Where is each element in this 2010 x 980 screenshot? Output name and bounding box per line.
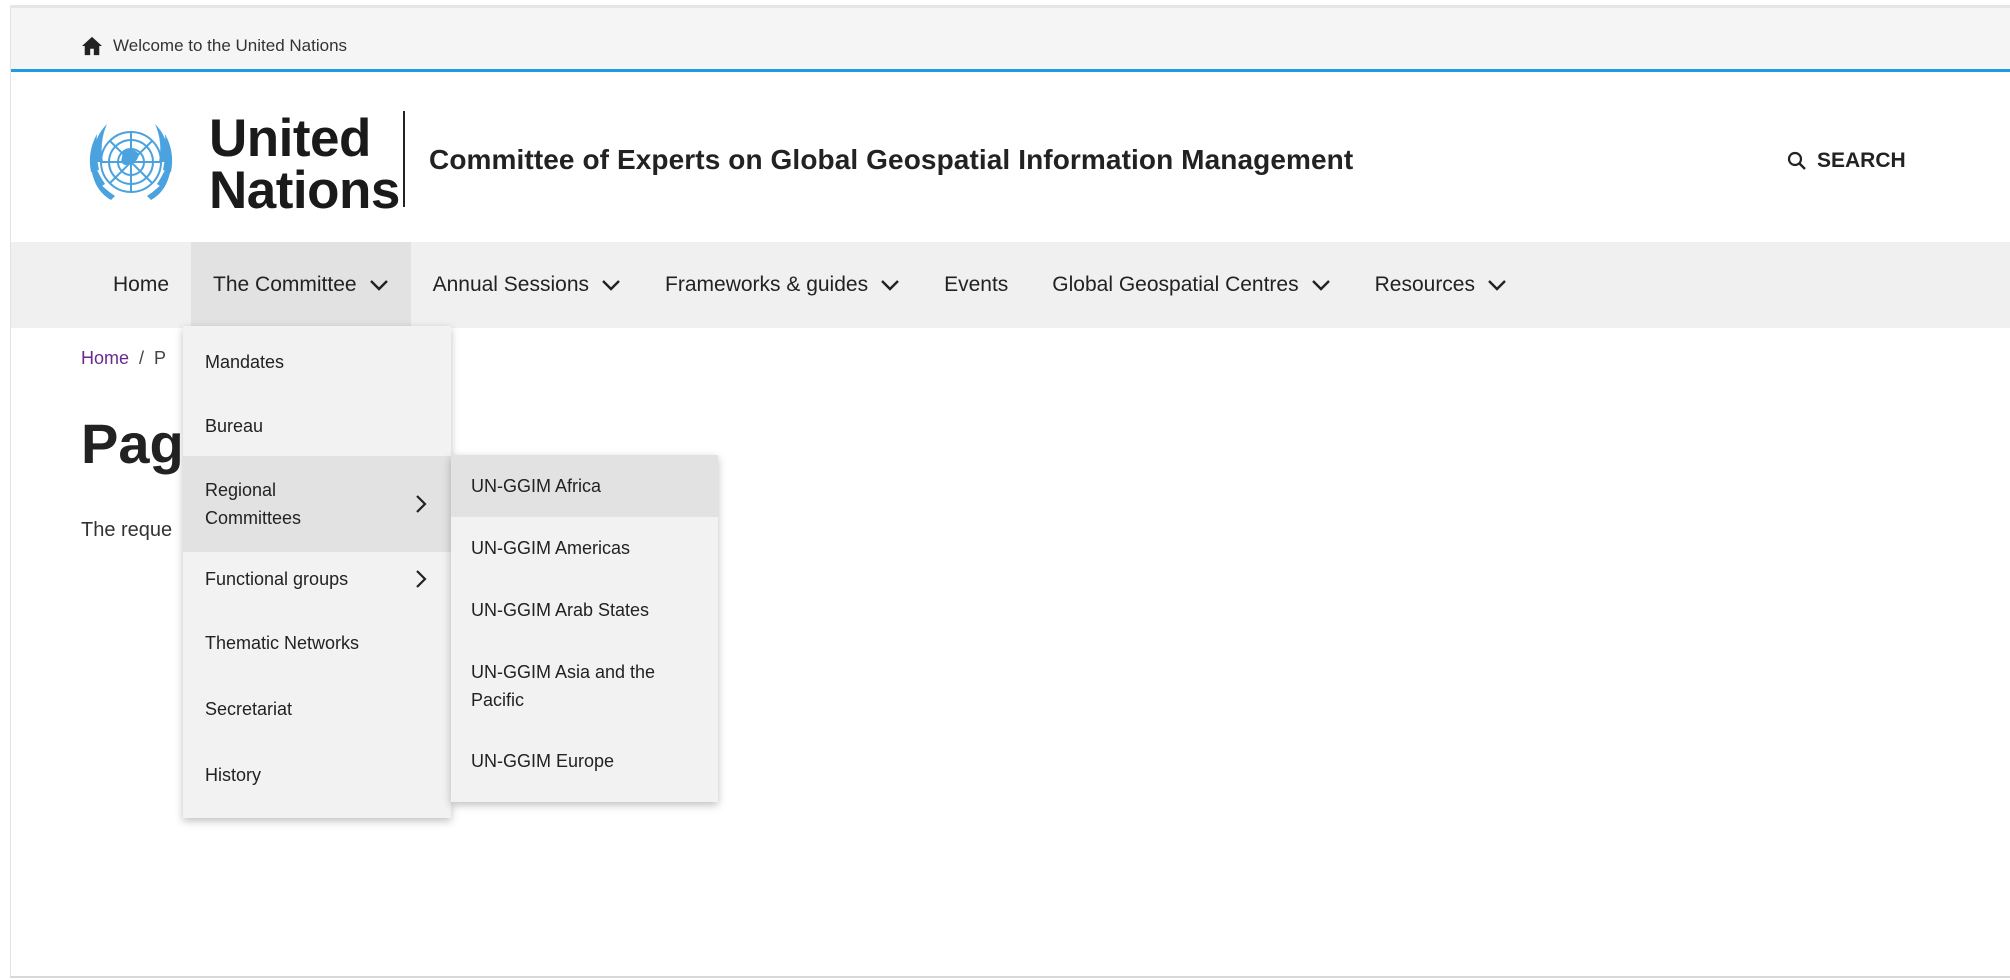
home-icon [82, 36, 102, 56]
submenu-item-un-ggim-arab-states[interactable]: UN-GGIM Arab States [451, 579, 718, 641]
un-emblem-icon[interactable] [81, 112, 181, 212]
menu-item-label: UN-GGIM Americas [471, 538, 631, 558]
breadcrumb-separator: / [139, 348, 145, 368]
menu-item-functional-groups[interactable]: Functional groups [183, 556, 451, 602]
nav-label: Resources [1374, 273, 1475, 296]
menu-item-label: Secretariat [205, 699, 293, 719]
submenu-item-un-ggim-americas[interactable]: UN-GGIM Americas [451, 517, 718, 579]
site-header: United Nations Committee of Experts on G… [11, 75, 2010, 242]
chevron-right-icon [416, 570, 427, 588]
regional-committees-submenu: UN-GGIM Africa UN-GGIM Americas UN-GGIM … [451, 455, 718, 802]
menu-item-secretariat[interactable]: Secretariat [183, 686, 451, 732]
menu-item-label: UN-GGIM Arab States [471, 600, 650, 620]
menu-item-label: Bureau [205, 416, 264, 436]
menu-item-label: UN-GGIM Asia and the Pacific [471, 662, 656, 710]
logo-divider [403, 111, 405, 207]
nav-item-events[interactable]: Events [922, 242, 1030, 328]
nav-item-resources[interactable]: Resources [1353, 242, 1529, 328]
main-nav: Home The Committee Annual Sessions Frame… [11, 242, 2010, 328]
menu-item-label: UN-GGIM Europe [471, 751, 615, 771]
chevron-down-icon [1488, 280, 1506, 291]
nav-item-annual-sessions[interactable]: Annual Sessions [411, 242, 643, 328]
welcome-bar: Welcome to the United Nations [11, 8, 2010, 72]
committee-dropdown-menu: Mandates Bureau Regional Committees Func… [183, 326, 451, 818]
welcome-text: Welcome to the United Nations [113, 36, 348, 55]
submenu-item-un-ggim-europe[interactable]: UN-GGIM Europe [451, 733, 718, 789]
page-bottom-border [10, 976, 2010, 978]
page-body-text: The reque [81, 519, 173, 541]
search-button[interactable]: SEARCH [1787, 149, 1906, 173]
menu-item-label: Functional groups [205, 569, 349, 589]
menu-item-label: UN-GGIM Africa [471, 476, 602, 496]
nav-label: Events [944, 273, 1009, 296]
nav-label: Home [113, 273, 170, 296]
nav-item-the-committee[interactable]: The Committee [191, 242, 411, 328]
breadcrumb-home[interactable]: Home [81, 348, 129, 369]
logo-line1: United [209, 109, 371, 168]
nav-label: Frameworks & guides [665, 273, 869, 296]
menu-item-thematic-networks[interactable]: Thematic Networks [183, 620, 451, 666]
submenu-item-un-ggim-asia-pacific[interactable]: UN-GGIM Asia and the Pacific [451, 645, 718, 727]
nav-label: Annual Sessions [432, 273, 590, 296]
menu-item-history[interactable]: History [183, 752, 451, 798]
breadcrumb: Home / P [81, 348, 166, 369]
menu-item-label: Thematic Networks [205, 633, 360, 653]
search-label: SEARCH [1817, 149, 1906, 172]
menu-item-label: History [205, 765, 262, 785]
logo-wordmark[interactable]: United Nations [209, 109, 400, 220]
chevron-down-icon [369, 280, 388, 291]
chevron-down-icon [1311, 280, 1330, 291]
menu-item-label: Regional Committees [205, 480, 302, 528]
menu-item-regional-committees[interactable]: Regional Committees [183, 456, 451, 552]
logo-line2: Nations [209, 161, 400, 220]
site-title[interactable]: Committee of Experts on Global Geospatia… [429, 144, 1353, 176]
chevron-down-icon [881, 280, 899, 291]
browser-page: Welcome to the United Nations United Nat… [10, 5, 2010, 977]
submenu-item-un-ggim-africa[interactable]: UN-GGIM Africa [451, 455, 718, 517]
menu-item-label: Mandates [205, 352, 285, 372]
search-icon [1787, 151, 1806, 170]
menu-item-bureau[interactable]: Bureau [183, 406, 451, 446]
nav-label: Global Geospatial Centres [1052, 273, 1299, 296]
nav-item-frameworks-guides[interactable]: Frameworks & guides [643, 242, 922, 328]
chevron-right-icon [416, 495, 427, 513]
nav-item-global-geospatial-centres[interactable]: Global Geospatial Centres [1030, 242, 1352, 328]
menu-item-mandates[interactable]: Mandates [183, 342, 451, 382]
nav-item-home[interactable]: Home [91, 242, 191, 328]
chevron-down-icon [602, 280, 620, 291]
nav-label: The Committee [213, 273, 357, 296]
breadcrumb-current: P [154, 348, 167, 368]
welcome-link[interactable]: Welcome to the United Nations [81, 36, 347, 56]
